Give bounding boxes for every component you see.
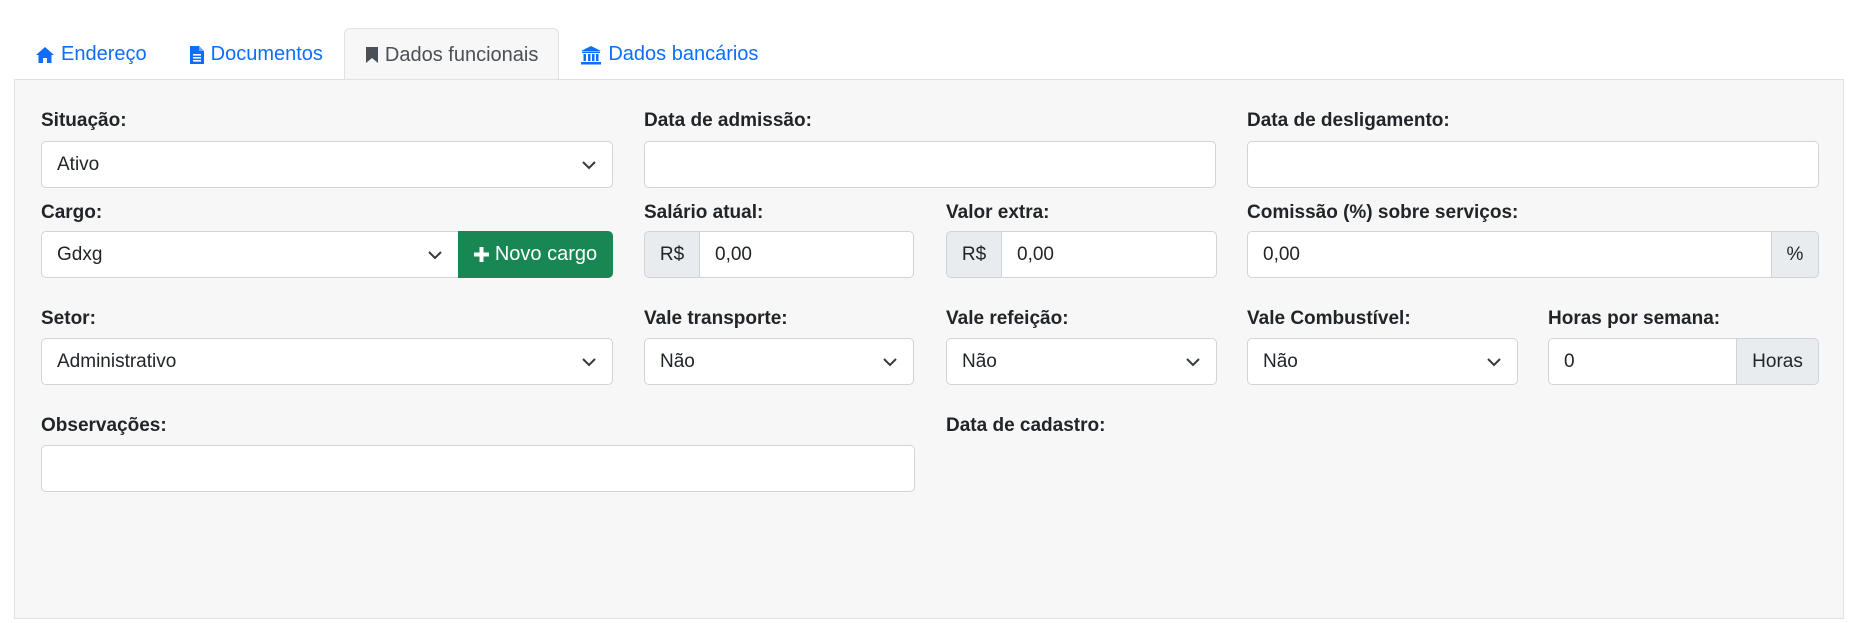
valor-extra-prefix: R$ <box>946 231 1001 278</box>
tab-dados-funcionais[interactable]: Dados funcionais <box>343 28 560 81</box>
novo-cargo-label: Novo cargo <box>494 243 598 265</box>
chevron-down-icon <box>582 160 596 169</box>
tab-endereco[interactable]: Endereço <box>14 28 168 80</box>
tab-documentos[interactable]: Documentos <box>168 28 344 80</box>
valor-extra-group: R$ 0,00 <box>946 231 1217 278</box>
horas-semana-input[interactable]: 0 <box>1548 338 1737 385</box>
comissao-input[interactable]: 0,00 <box>1247 231 1772 278</box>
situacao-value: Ativo <box>57 153 100 175</box>
horas-semana-group: 0 Horas <box>1548 338 1819 385</box>
observacoes-label: Observações: <box>41 415 167 436</box>
setor-label: Setor: <box>41 308 96 329</box>
vale-combustivel-label: Vale Combustível: <box>1247 308 1411 329</box>
chevron-down-icon <box>883 357 897 366</box>
plus-icon <box>473 247 489 262</box>
valor-extra-label: Valor extra: <box>946 202 1050 223</box>
chevron-down-icon <box>582 357 596 366</box>
data-desligamento-input[interactable] <box>1247 141 1819 188</box>
cargo-select[interactable]: Gdxg <box>41 231 459 278</box>
horas-semana-label: Horas por semana: <box>1548 308 1721 329</box>
observacoes-input[interactable] <box>41 445 915 492</box>
chevron-down-icon <box>1487 357 1501 366</box>
dados-funcionais-panel: Situação: Ativo Data de admissão: Data d… <box>14 79 1844 619</box>
tab-dados-funcionais-label: Dados funcionais <box>384 43 539 66</box>
situacao-label: Situação: <box>41 110 127 131</box>
bookmark-icon <box>365 47 378 63</box>
vale-refeicao-value: Não <box>962 350 997 372</box>
setor-value: Administrativo <box>57 350 177 372</box>
data-admissao-label: Data de admissão: <box>644 110 812 131</box>
bank-icon <box>581 45 602 64</box>
salario-atual-input[interactable]: 0,00 <box>699 231 914 278</box>
vale-refeicao-select[interactable]: Não <box>946 338 1217 385</box>
salario-prefix: R$ <box>644 231 699 278</box>
data-desligamento-label: Data de desligamento: <box>1247 110 1450 131</box>
vale-combustivel-select[interactable]: Não <box>1247 338 1518 385</box>
vale-transporte-value: Não <box>660 350 695 372</box>
tab-dados-bancarios[interactable]: Dados bancários <box>559 28 779 80</box>
data-cadastro-label: Data de cadastro: <box>946 415 1106 436</box>
chevron-down-icon <box>1186 357 1200 366</box>
comissao-group: 0,00 % <box>1247 231 1819 278</box>
comissao-suffix: % <box>1772 231 1819 278</box>
setor-select[interactable]: Administrativo <box>41 338 613 385</box>
horas-suffix: Horas <box>1737 338 1819 385</box>
valor-extra-input[interactable]: 0,00 <box>1001 231 1217 278</box>
vale-refeicao-label: Vale refeição: <box>946 308 1069 329</box>
situacao-select[interactable]: Ativo <box>41 141 613 188</box>
chevron-down-icon <box>428 250 442 259</box>
data-admissao-input[interactable] <box>644 141 1216 188</box>
tab-dados-bancarios-label: Dados bancários <box>608 43 759 65</box>
vale-transporte-label: Vale transporte: <box>644 308 788 329</box>
cargo-value: Gdxg <box>57 243 103 265</box>
tab-endereco-label: Endereço <box>61 43 147 65</box>
novo-cargo-button[interactable]: Novo cargo <box>458 231 613 278</box>
vale-combustivel-value: Não <box>1263 350 1298 372</box>
salario-atual-group: R$ 0,00 <box>644 231 914 278</box>
vale-transporte-select[interactable]: Não <box>644 338 914 385</box>
tab-documentos-label: Documentos <box>210 43 323 65</box>
file-text-icon <box>189 45 204 64</box>
home-icon <box>36 46 54 63</box>
comissao-label: Comissão (%) sobre serviços: <box>1247 202 1519 223</box>
salario-atual-label: Salário atual: <box>644 202 764 223</box>
cargo-label: Cargo: <box>41 202 103 223</box>
tab-bar: Endereço Documentos Dados funcionais Dad… <box>14 28 1844 81</box>
